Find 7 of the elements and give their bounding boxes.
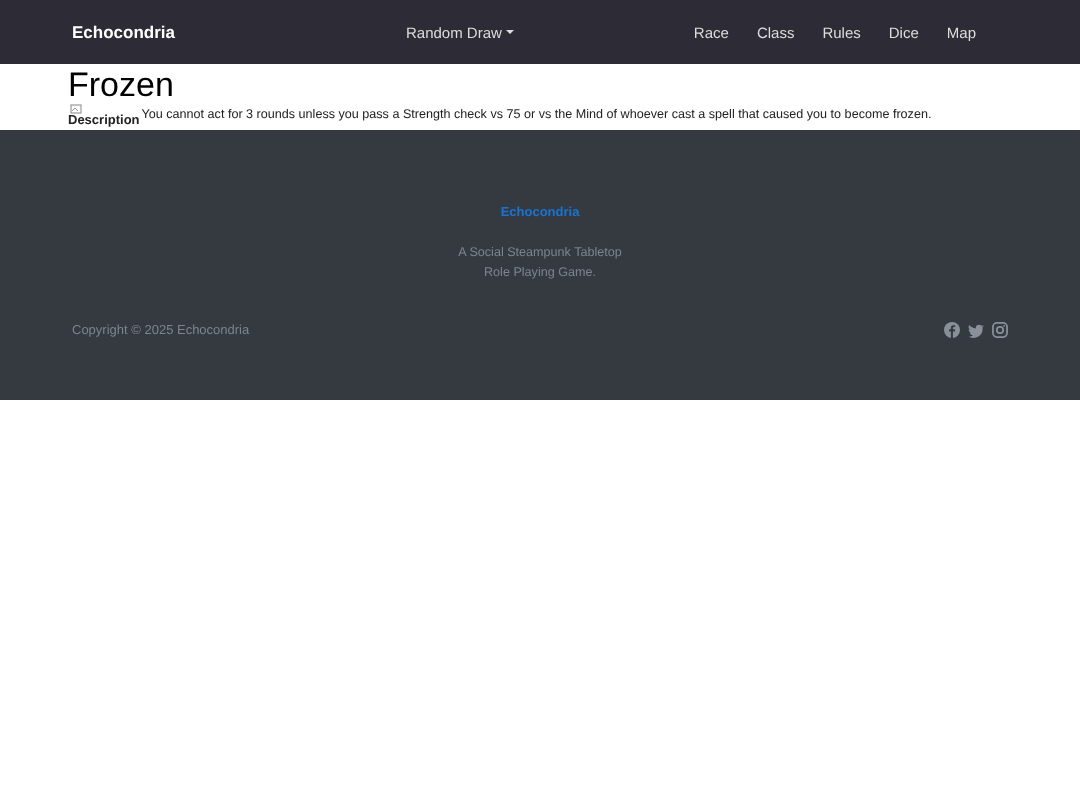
instagram-icon[interactable] [992, 322, 1008, 338]
twitter-icon[interactable] [968, 323, 984, 337]
caret-icon [505, 30, 514, 34]
image-icon [70, 104, 82, 114]
facebook-icon[interactable] [944, 322, 960, 338]
brand-link[interactable]: Echocondria [72, 22, 406, 42]
page-title: Frozen [68, 66, 176, 104]
